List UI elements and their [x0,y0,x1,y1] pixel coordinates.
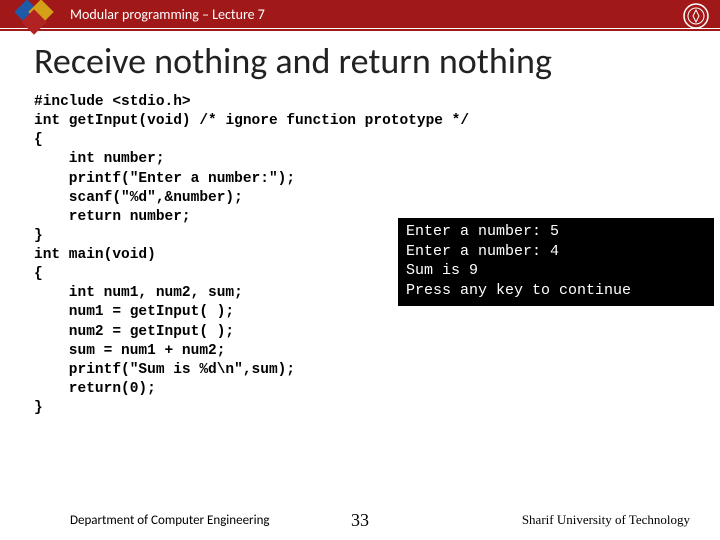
code-line: scanf("%d",&number); [34,190,243,206]
code-line: int number; [34,151,165,167]
console-line: Enter a number: 5 [406,223,559,240]
code-line: num2 = getInput( ); [34,324,234,340]
header-underline [0,29,720,31]
code-line: printf("Sum is %d\n",sum); [34,362,295,378]
slide-title: Receive nothing and return nothing [34,39,720,83]
code-line: printf("Enter a number:"); [34,171,295,187]
console-line: Enter a number: 4 [406,243,559,260]
footer-university: Sharif University of Technology [522,512,690,528]
footer-page-number: 33 [351,510,369,531]
code-line: { [34,266,43,282]
footer-department: Department of Computer Engineering [70,513,270,528]
console-line: Press any key to continue [406,282,631,299]
code-line: sum = num1 + num2; [34,343,225,359]
code-line: int getInput(void) [34,113,191,129]
console-output: Enter a number: 5 Enter a number: 4 Sum … [398,218,714,306]
course-logo-icon [12,0,62,37]
code-line: num1 = getInput( ); [34,304,234,320]
code-line: int num1, num2, sum; [34,285,243,301]
header-breadcrumb: Modular programming – Lecture 7 [70,6,265,23]
code-line: int main(void) [34,247,156,263]
console-line: Sum is 9 [406,262,478,279]
code-line: return(0); [34,381,156,397]
header-bar: Modular programming – Lecture 7 [0,0,720,28]
university-seal-icon [682,2,710,30]
footer: Department of Computer Engineering 33 Sh… [0,512,720,528]
code-line: } [34,400,43,416]
code-line: { [34,132,43,148]
code-comment: /* ignore function prototype */ [191,113,469,129]
code-line: #include <stdio.h> [34,94,191,110]
code-line: return number; [34,209,191,225]
code-line: } [34,228,43,244]
